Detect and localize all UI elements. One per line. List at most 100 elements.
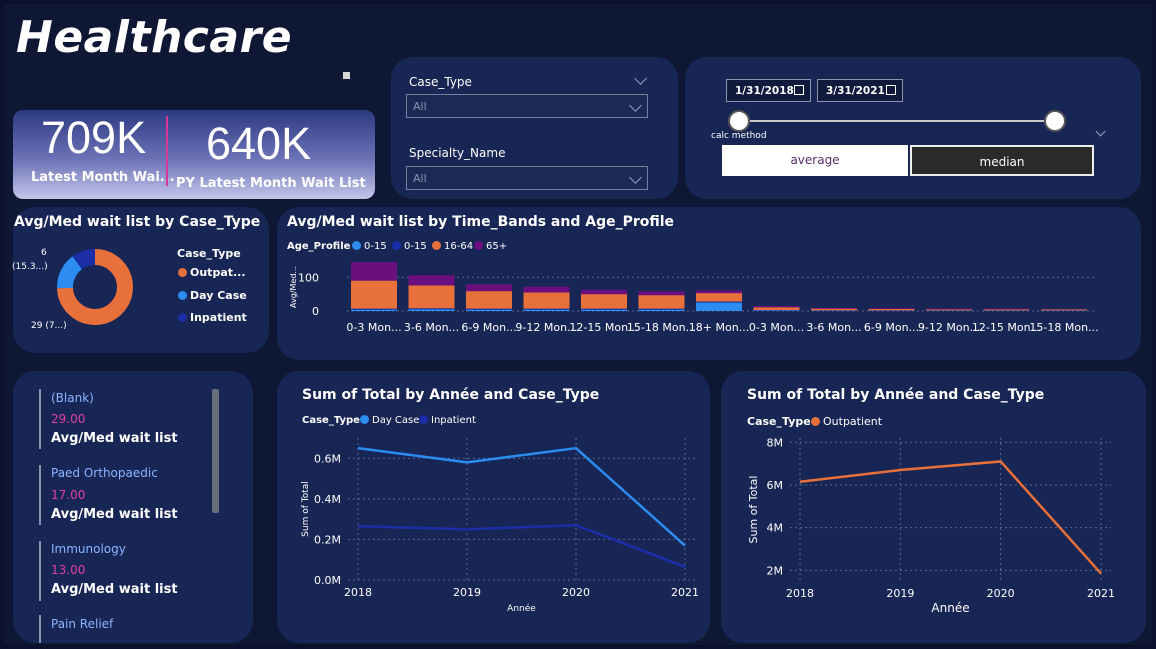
y-tick-label: 2M: [767, 564, 784, 577]
line1-legend-title: Case_Type: [302, 415, 360, 426]
bar-segment: [696, 293, 742, 302]
calendar-icon[interactable]: [886, 85, 896, 95]
card-value: 29.00: [51, 412, 86, 426]
start-date-value: 1/31/2018: [735, 85, 794, 97]
bar-segment: [466, 308, 512, 310]
calendar-icon[interactable]: [794, 85, 804, 95]
case-type-dropdown[interactable]: All: [406, 94, 648, 118]
card-value: 13.00: [51, 563, 86, 577]
stacked-legend-0-15a[interactable]: 0-15: [352, 241, 387, 252]
y-tick-label: 0.6M: [314, 452, 341, 465]
scrollbar-thumb[interactable]: [212, 389, 219, 513]
bar-segment: [1041, 309, 1087, 311]
x-tick-label: 2018: [786, 587, 814, 600]
line1-title: Sum of Total by Année and Case_Type: [302, 387, 600, 403]
x-axis-label: Année: [931, 601, 969, 615]
line2-title: Sum of Total by Année and Case_Type: [747, 387, 1045, 403]
x-tick-label: 2020: [562, 586, 590, 599]
end-date-input[interactable]: 3/31/2021: [817, 79, 903, 102]
bar-segment: [523, 308, 570, 310]
donut-legend-daycase[interactable]: Day Case: [178, 289, 247, 302]
line2-legend-outpatient[interactable]: Outpatient: [811, 415, 882, 428]
legend-dot-icon: [392, 241, 401, 250]
y-axis-label: Avg/Med...: [289, 266, 298, 308]
bar-segment: [466, 284, 512, 292]
legend-dot-icon: [178, 291, 187, 300]
chevron-down-icon[interactable]: [1095, 126, 1106, 137]
kpi-latest-value: 709K: [41, 112, 147, 163]
average-button[interactable]: average: [722, 145, 908, 176]
x-axis-label: Année: [507, 603, 536, 614]
bar-segment: [351, 262, 397, 281]
y-tick-label: 100: [298, 271, 319, 284]
case-type-filter-label: Case_Type: [409, 75, 472, 89]
specialty-dropdown[interactable]: All: [406, 166, 648, 190]
bar-segment: [581, 289, 627, 295]
donut-label-top: 6: [41, 248, 47, 258]
y-tick-label: 0.4M: [314, 493, 341, 506]
bar-segment: [351, 308, 397, 310]
chevron-down-icon[interactable]: [634, 72, 647, 85]
bar-segment: [581, 308, 627, 310]
bar-segment: [638, 309, 685, 311]
legend-label: Inpatient: [190, 311, 247, 324]
median-button[interactable]: median: [910, 145, 1094, 176]
date-slider-track: [739, 120, 1055, 122]
legend-dot-icon: [419, 415, 428, 424]
card-name: Paed Orthopaedic: [51, 466, 158, 480]
stacked-legend-0-15b[interactable]: 0-15: [392, 241, 427, 252]
chevron-down-icon: [629, 171, 642, 184]
bar-segment: [753, 310, 800, 311]
y-tick-label: 8M: [767, 436, 784, 449]
bar-segment: [523, 292, 570, 309]
kpi-py-label: PY Latest Month Wait List: [176, 176, 366, 191]
line2-chart: 2M 4M 6M 8M 2018 2019 2020 2021 Année Sum of Tota…: [747, 436, 1115, 615]
series-line: [357, 523, 686, 568]
x-tick-label: 9-12 Mon...: [515, 321, 577, 334]
card-label: Avg/Med wait list: [51, 582, 178, 597]
x-tick-label: 15-18 Mon...: [627, 321, 696, 334]
donut-panel: Avg/Med wait list by Case_Type 6 (15.3..…: [12, 207, 269, 353]
calc-method-label: calc method: [711, 131, 767, 141]
line1-legend-inpatient[interactable]: Inpatient: [419, 415, 476, 426]
end-date-value: 3/31/2021: [826, 85, 885, 97]
stacked-legend-65plus[interactable]: 65+: [474, 241, 507, 252]
legend-dot-icon: [474, 241, 483, 250]
bar-segment: [696, 301, 742, 303]
start-date-input[interactable]: 1/31/2018: [726, 79, 811, 102]
y-tick-label: 0.0M: [314, 574, 341, 587]
x-tick-label: 2019: [453, 586, 481, 599]
donut-title: Avg/Med wait list by Case_Type: [14, 214, 261, 230]
x-tick-label: 6-9 Mon...: [864, 321, 919, 334]
x-tick-label: 2021: [1087, 587, 1115, 600]
card-name: Pain Relief: [51, 617, 114, 631]
card-value: 17.00: [51, 488, 86, 502]
x-tick-label: 6-9 Mon...: [461, 321, 516, 334]
date-slider-end-handle[interactable]: [1044, 110, 1066, 132]
bar-segment: [926, 309, 972, 311]
kpi-card[interactable]: 709K Latest Month Wai... 640K PY Latest …: [13, 110, 375, 199]
kpi-latest-label: Latest Month Wai...: [31, 170, 175, 185]
stacked-legend-16-64[interactable]: 16-64: [432, 241, 473, 252]
y-tick-label: 4M: [767, 522, 784, 535]
legend-dot-icon: [432, 241, 441, 250]
x-tick-label: 2020: [987, 587, 1015, 600]
kpi-separator: [166, 116, 168, 186]
chevron-down-icon: [629, 99, 642, 112]
bar-segment: [983, 308, 1030, 310]
x-tick-label: 3-6 Mon...: [806, 321, 861, 334]
bar-segment: [868, 308, 915, 311]
bar-segment: [696, 290, 742, 294]
donut-legend-outpatient[interactable]: Outpat...: [178, 266, 246, 279]
legend-label: Day Case: [190, 289, 247, 302]
line1-legend-daycase[interactable]: Day Case: [360, 415, 419, 426]
donut-legend-inpatient[interactable]: Inpatient: [178, 311, 247, 324]
date-slider-start-handle[interactable]: [728, 110, 750, 132]
bar-segment: [466, 309, 512, 311]
specialty-dropdown-value: All: [413, 172, 427, 185]
case-type-dropdown-value: All: [413, 100, 427, 113]
bar-segment: [581, 309, 627, 311]
card-label: Avg/Med wait list: [51, 431, 178, 446]
donut-label-bottom: 29 (7...): [31, 321, 67, 331]
card-label: Avg/Med wait list: [51, 507, 178, 522]
